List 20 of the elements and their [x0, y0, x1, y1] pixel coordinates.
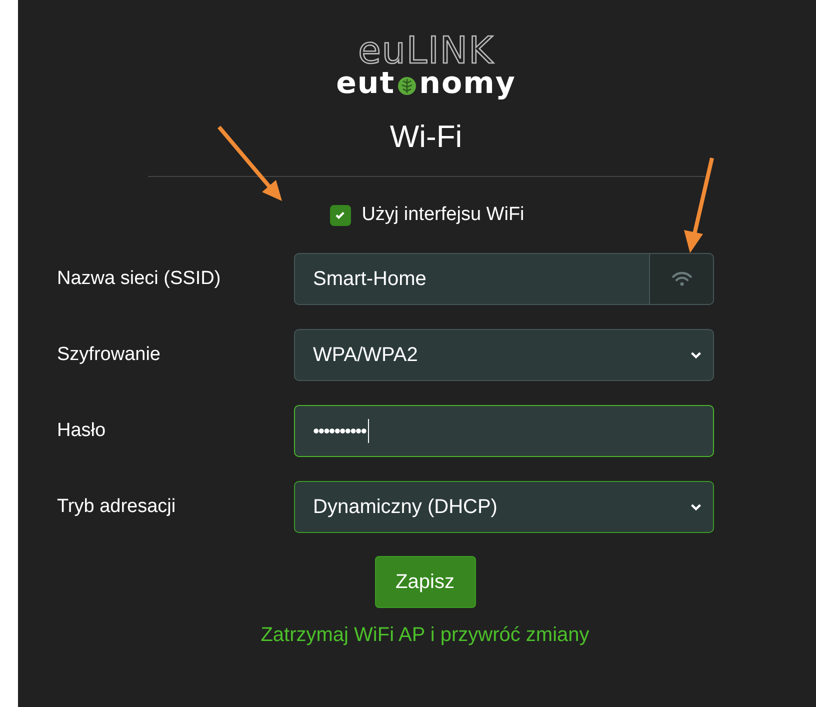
select-field[interactable]: Dynamiczny (DHCP): [294, 481, 714, 533]
save-button[interactable]: Zapisz: [374, 556, 476, 608]
password-field[interactable]: ••••••••••: [294, 405, 714, 457]
page-title: Wi-Fi: [390, 119, 462, 155]
logo-product-name: euLINK: [358, 33, 494, 69]
checkbox-label: Użyj interfejsu WiFi: [362, 204, 524, 226]
text-field[interactable]: Smart-Home: [294, 253, 650, 305]
field-label: Nazwa sieci (SSID): [57, 268, 222, 290]
wifi-scan-button[interactable]: [650, 253, 714, 305]
wifi-icon: [670, 270, 692, 288]
field-label: Hasło: [57, 420, 107, 442]
stop-ap-link[interactable]: Zatrzymaj WiFi AP i przywróć zmiany: [260, 624, 590, 647]
field-label: Szyfrowanie: [57, 344, 162, 366]
leaf-icon: [397, 76, 418, 96]
field-label: Tryb adresacji: [57, 496, 177, 518]
checkmark-icon: [334, 209, 346, 221]
select-field[interactable]: WPA/WPA2: [294, 329, 714, 381]
logo-brand-end: nomy: [419, 69, 516, 99]
checkbox[interactable]: [330, 204, 351, 226]
logo-brand-start: eut: [336, 69, 396, 99]
